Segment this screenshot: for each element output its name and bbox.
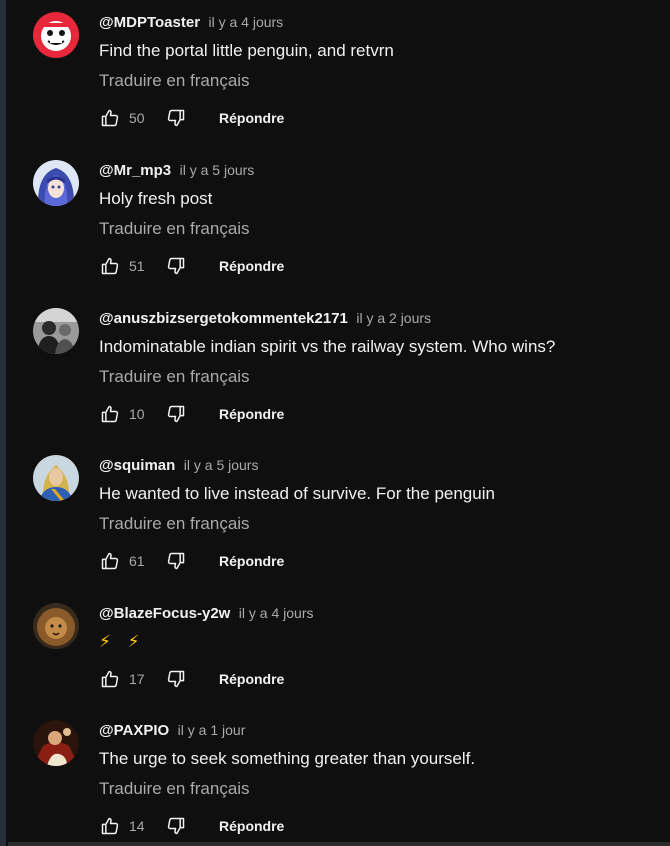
thumbs-up-icon <box>101 817 119 835</box>
reply-button[interactable]: Répondre <box>219 670 284 688</box>
reply-button[interactable]: Répondre <box>219 257 284 275</box>
translate-link[interactable]: Traduire en français <box>99 218 653 240</box>
like-count: 17 <box>129 671 145 687</box>
avatar[interactable] <box>33 455 79 501</box>
reply-button[interactable]: Répondre <box>219 817 284 835</box>
thumbs-down-icon <box>167 109 185 127</box>
thumbs-down-icon <box>167 257 185 275</box>
comment-timestamp[interactable]: il y a 2 jours <box>356 310 431 326</box>
like-count: 50 <box>129 110 145 126</box>
comment-author[interactable]: @BlazeFocus-y2w <box>99 605 230 622</box>
comment-text: The urge to seek something greater than … <box>99 749 476 768</box>
like-count: 51 <box>129 258 145 274</box>
thumbs-down-icon <box>167 552 185 570</box>
like-button[interactable] <box>99 106 121 130</box>
translate-link[interactable]: Traduire en français <box>99 366 653 388</box>
translate-link[interactable]: Traduire en français <box>99 513 653 535</box>
comment-actions: 10 Répondre <box>99 402 653 426</box>
thumbs-down-icon <box>167 405 185 423</box>
avatar[interactable] <box>33 12 79 58</box>
dislike-button[interactable] <box>165 106 187 130</box>
comment-author[interactable]: @Mr_mp3 <box>99 162 171 179</box>
comment-author[interactable]: @MDPToaster <box>99 14 200 31</box>
avatar[interactable] <box>33 160 79 206</box>
like-button[interactable] <box>99 549 121 573</box>
comment-actions: 17 Répondre <box>99 667 653 691</box>
like-count: 61 <box>129 553 145 569</box>
thumbs-down-icon <box>167 817 185 835</box>
dislike-button[interactable] <box>165 814 187 838</box>
dislike-button[interactable] <box>165 402 187 426</box>
reply-button[interactable]: Répondre <box>219 405 284 423</box>
thumbs-up-icon <box>101 552 119 570</box>
comment-timestamp[interactable]: il y a 1 jour <box>178 722 246 738</box>
comment-author[interactable]: @PAXPIO <box>99 722 169 739</box>
comment-timestamp[interactable]: il y a 5 jours <box>180 162 255 178</box>
dislike-button[interactable] <box>165 667 187 691</box>
like-button[interactable] <box>99 402 121 426</box>
thumbs-up-icon <box>101 405 119 423</box>
dislike-button[interactable] <box>165 254 187 278</box>
thumbs-down-icon <box>167 670 185 688</box>
like-button[interactable] <box>99 254 121 278</box>
comment-timestamp[interactable]: il y a 5 jours <box>184 457 259 473</box>
comment-text: Holy fresh post <box>99 189 213 208</box>
horizontal-scrollbar[interactable] <box>8 842 670 846</box>
like-button[interactable] <box>99 814 121 838</box>
like-count: 14 <box>129 818 145 834</box>
comment-timestamp[interactable]: il y a 4 jours <box>239 605 314 621</box>
comment-author[interactable]: @anuszbizsergetokommentek2171 <box>99 310 348 327</box>
comment-actions: 50 Répondre <box>99 106 653 130</box>
reply-button[interactable]: Répondre <box>219 109 284 127</box>
comment-text: ⚡ ⚡ <box>99 632 146 651</box>
window-left-edge <box>0 0 6 846</box>
reply-button[interactable]: Répondre <box>219 552 284 570</box>
comment-text: Find the portal little penguin, and retv… <box>99 41 394 60</box>
like-button[interactable] <box>99 667 121 691</box>
comment-author[interactable]: @squiman <box>99 457 175 474</box>
comment-text: He wanted to live instead of survive. Fo… <box>99 484 495 503</box>
avatar[interactable] <box>33 720 79 766</box>
thumbs-up-icon <box>101 257 119 275</box>
avatar[interactable] <box>33 308 79 354</box>
like-count: 10 <box>129 406 145 422</box>
thumbs-up-icon <box>101 670 119 688</box>
thumbs-up-icon <box>101 109 119 127</box>
dislike-button[interactable] <box>165 549 187 573</box>
comment-actions: 61 Répondre <box>99 549 653 573</box>
comment-actions: 14 Répondre <box>99 814 653 838</box>
comment-actions: 51 Répondre <box>99 254 653 278</box>
comment-text: Indominatable indian spirit vs the railw… <box>99 337 556 356</box>
avatar[interactable] <box>33 603 79 649</box>
translate-link[interactable]: Traduire en français <box>99 778 653 800</box>
translate-link[interactable]: Traduire en français <box>99 70 653 92</box>
comment-timestamp[interactable]: il y a 4 jours <box>208 14 283 30</box>
